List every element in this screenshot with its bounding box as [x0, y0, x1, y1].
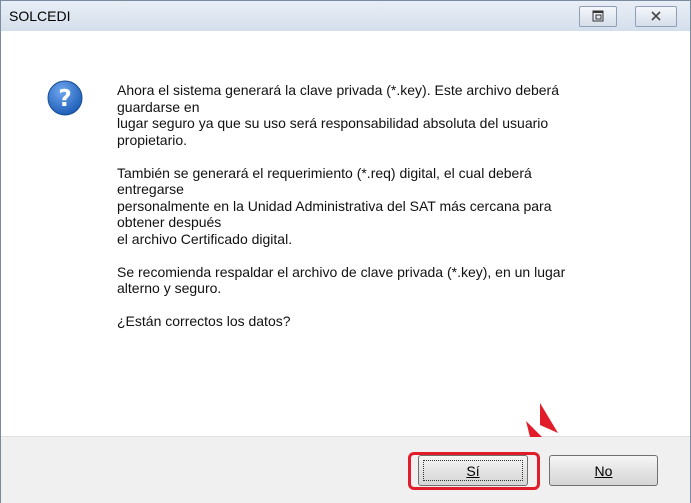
highlight-box	[408, 452, 540, 490]
pointer-arrow-icon	[526, 403, 558, 437]
dialog-window: SOLCEDI ? Ahora el sistema generará la c…	[0, 0, 691, 503]
question-icon: ?	[47, 80, 83, 116]
no-button[interactable]: No	[549, 455, 658, 486]
close-icon	[651, 11, 661, 21]
title-bar[interactable]: SOLCEDI	[1, 1, 690, 31]
dialog-message: Ahora el sistema generará la clave priva…	[117, 82, 637, 330]
button-bar: Sí No	[1, 436, 690, 503]
restore-button[interactable]	[579, 6, 617, 27]
message-paragraph-1: Ahora el sistema generará la clave priva…	[117, 82, 559, 148]
svg-text:?: ?	[58, 86, 71, 112]
restore-icon	[592, 10, 604, 22]
window-title: SOLCEDI	[9, 8, 71, 24]
message-paragraph-3: Se recomienda respaldar el archivo de cl…	[117, 263, 566, 297]
message-paragraph-2: También se generará el requerimiento (*.…	[117, 164, 552, 247]
dialog-content: ? Ahora el sistema generará la clave pri…	[1, 31, 690, 436]
message-question: ¿Están correctos los datos?	[117, 313, 291, 329]
close-button[interactable]	[635, 6, 677, 27]
